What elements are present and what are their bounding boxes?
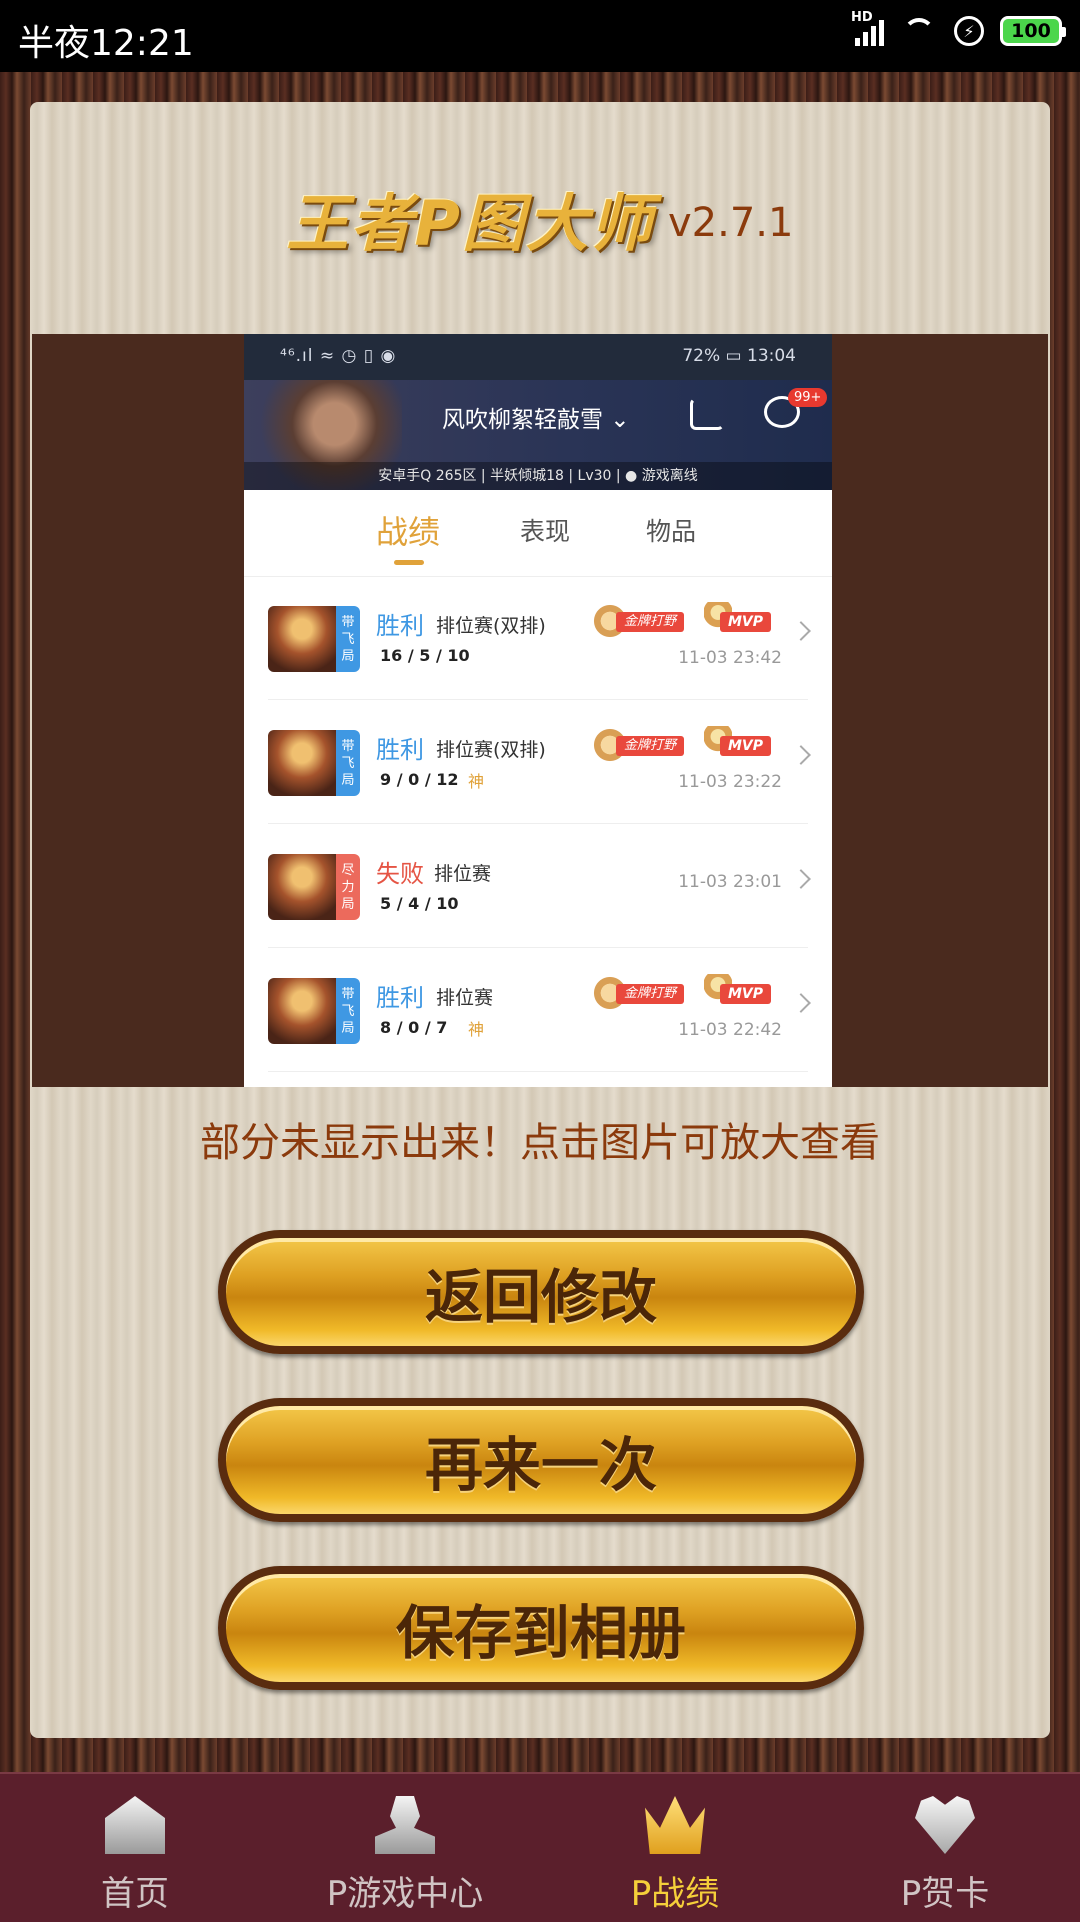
- match-row: 尽力局 失败 排位赛 5 / 4 / 10 11-03 23:01: [244, 824, 832, 948]
- result-preview-image[interactable]: ⁴⁶.ıl ≈ ◷ ▯ ◉ 72% ▭ 13:04 风吹柳絮轻敲雪 ⌄ 99+ …: [244, 334, 832, 1087]
- match-kda: 16 / 5 / 10: [380, 646, 470, 665]
- divider: [268, 1071, 808, 1072]
- preview-tab-items: 物品: [646, 517, 697, 546]
- tab-label: P战绩: [630, 1874, 720, 1914]
- preview-status-right: 72% ▭ 13:04: [682, 346, 796, 366]
- crown-icon: [645, 1796, 705, 1854]
- app-logo: 王者P图大师: [286, 187, 654, 260]
- hero-avatar: [268, 606, 336, 672]
- preview-player-meta: 安卓手Q 265区 | 半妖倾城18 | Lv30 | ● 游戏离线: [244, 462, 832, 490]
- match-kda: 9 / 0 / 12: [380, 770, 459, 789]
- chat-badge: 99+: [788, 388, 828, 407]
- god-mark: 神: [468, 1020, 485, 1039]
- charging-icon: ⚡: [954, 16, 984, 46]
- tab-label: 首页: [101, 1874, 169, 1914]
- match-mode: 排位赛: [436, 987, 494, 1009]
- chevron-right-icon: [791, 993, 811, 1013]
- edit-again-button[interactable]: 返回修改: [218, 1230, 864, 1354]
- app-header: 王者P图大师 v2.7.1: [30, 102, 1050, 334]
- match-tag: 带飞局: [336, 730, 360, 796]
- match-mode: 排位赛(双排): [436, 615, 546, 637]
- chevron-right-icon: [791, 621, 811, 641]
- tab-game-center[interactable]: P游戏中心: [270, 1774, 540, 1922]
- match-mode: 排位赛(双排): [436, 739, 546, 761]
- match-result: 胜利: [376, 984, 424, 1012]
- match-time: 11-03 23:01: [678, 872, 782, 892]
- medal-label: 金牌打野: [616, 736, 685, 756]
- wifi-icon: [900, 16, 938, 46]
- chevron-right-icon: [791, 745, 811, 765]
- main-panel: 王者P图大师 v2.7.1 ⁴⁶.ıl ≈ ◷ ▯ ◉ 72% ▭ 13:04 …: [30, 102, 1050, 1738]
- save-to-album-button[interactable]: 保存到相册: [218, 1566, 864, 1690]
- preview-player-name: 风吹柳絮轻敲雪 ⌄: [442, 407, 630, 433]
- match-kda: 8 / 0 / 7: [380, 1018, 448, 1037]
- match-result: 胜利: [376, 612, 424, 640]
- match-time: 11-03 23:42: [678, 648, 782, 668]
- user-icon: [375, 1796, 435, 1854]
- signal-icon: HD: [851, 10, 884, 46]
- bottom-tab-bar: 首页 P游戏中心 P战绩 P贺卡: [0, 1772, 1080, 1922]
- network-label: HD: [851, 10, 873, 25]
- match-time: 11-03 23:22: [678, 772, 782, 792]
- status-time: 半夜12:21: [18, 23, 194, 64]
- battery-icon: 100: [1000, 16, 1066, 46]
- chevron-right-icon: [791, 869, 811, 889]
- status-bar: 半夜12:21 HD ⚡ 100: [0, 0, 1080, 72]
- tab-home[interactable]: 首页: [0, 1774, 270, 1922]
- tab-records[interactable]: P战绩: [540, 1774, 810, 1922]
- medal-label: 金牌打野: [616, 612, 685, 632]
- match-row: 带飞局 胜利 排位赛 8 / 0 / 7 神 金牌打野 MVP 11-03 22…: [244, 948, 832, 1072]
- match-row: 带飞局 胜利 排位赛(双排) 9 / 0 / 12 神 金牌打野 MVP 11-…: [244, 700, 832, 824]
- match-tag: 尽力局: [336, 854, 360, 920]
- preview-status-icons: ⁴⁶.ıl ≈ ◷ ▯ ◉: [280, 346, 397, 366]
- hero-avatar: [268, 854, 336, 920]
- match-result: 胜利: [376, 736, 424, 764]
- preview-tabs: 战绩 表现 物品: [244, 490, 832, 577]
- match-row: 带飞局 胜利 排位赛(双排) 16 / 5 / 10 金牌打野 MVP 11-0…: [244, 576, 832, 700]
- battery-level: 100: [1011, 20, 1051, 42]
- heart-icon: [915, 1796, 975, 1854]
- zoom-hint: 部分未显示出来！点击图片可放大查看: [200, 1120, 880, 1166]
- preview-status-bar: ⁴⁶.ıl ≈ ◷ ▯ ◉ 72% ▭ 13:04: [244, 334, 832, 380]
- match-result: 失败: [376, 860, 424, 888]
- tab-greeting-card[interactable]: P贺卡: [810, 1774, 1080, 1922]
- preview-tab-record: 战绩: [376, 513, 441, 551]
- mvp-badge: MVP: [720, 736, 772, 756]
- retry-button[interactable]: 再来一次: [218, 1398, 864, 1522]
- match-kda: 5 / 4 / 10: [380, 894, 459, 913]
- preview-profile-banner: 风吹柳絮轻敲雪 ⌄ 99+ 安卓手Q 265区 | 半妖倾城18 | Lv30 …: [244, 380, 832, 490]
- tab-label: P游戏中心: [326, 1874, 484, 1914]
- home-icon: [105, 1796, 165, 1854]
- mvp-badge: MVP: [720, 612, 772, 632]
- tab-label: P贺卡: [900, 1874, 990, 1914]
- match-mode: 排位赛: [434, 863, 492, 885]
- mvp-badge: MVP: [720, 984, 772, 1004]
- match-tag: 带飞局: [336, 978, 360, 1044]
- share-icon: [690, 398, 724, 430]
- match-time: 11-03 22:42: [678, 1020, 782, 1040]
- hero-avatar: [268, 978, 336, 1044]
- status-icons: HD ⚡ 100: [851, 10, 1066, 46]
- app-version: v2.7.1: [668, 200, 794, 246]
- hero-avatar: [268, 730, 336, 796]
- god-mark: 神: [468, 772, 485, 791]
- match-tag: 带飞局: [336, 606, 360, 672]
- medal-label: 金牌打野: [616, 984, 685, 1004]
- preview-tab-underline: [394, 560, 424, 565]
- preview-tab-performance: 表现: [520, 517, 571, 546]
